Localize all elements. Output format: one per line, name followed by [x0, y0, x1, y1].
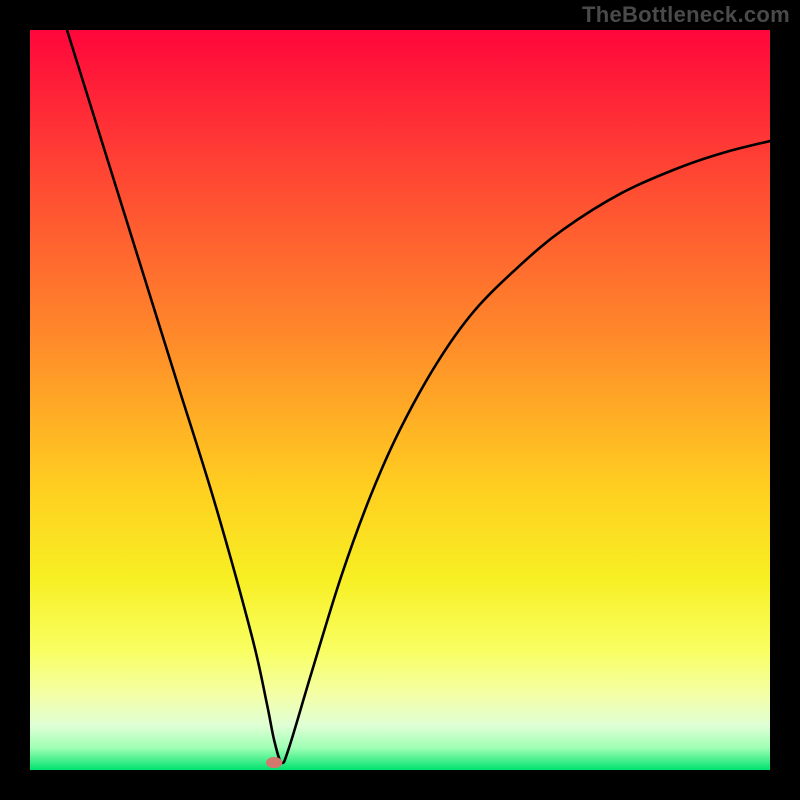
optimal-point-marker — [266, 757, 282, 768]
chart-frame: TheBottleneck.com — [0, 0, 800, 800]
watermark-text: TheBottleneck.com — [582, 2, 790, 28]
gradient-background — [30, 30, 770, 770]
bottleneck-chart — [30, 30, 770, 770]
